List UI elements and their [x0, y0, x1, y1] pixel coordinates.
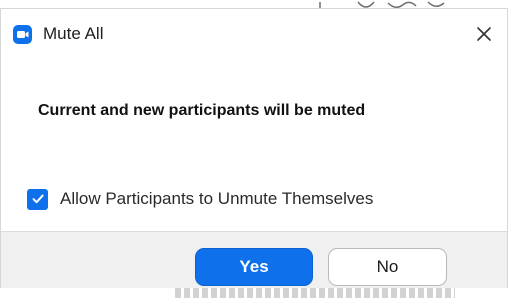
checkmark-icon: [32, 194, 44, 204]
allow-unmute-option[interactable]: Allow Participants to Unmute Themselves: [27, 187, 373, 211]
background-text: [175, 288, 455, 298]
yes-button[interactable]: Yes: [195, 248, 313, 286]
zoom-camera-icon: [13, 25, 32, 44]
close-button[interactable]: [469, 19, 499, 49]
dialog-footer: Yes No: [1, 231, 507, 288]
no-button[interactable]: No: [328, 248, 447, 286]
allow-unmute-checkbox[interactable]: [27, 188, 48, 210]
dialog-message: Current and new participants will be mut…: [38, 102, 366, 119]
screen: Mute All Current and new participants wi…: [0, 0, 508, 300]
dialog-titlebar: Mute All: [1, 9, 507, 55]
close-icon: [477, 27, 491, 41]
allow-unmute-label: Allow Participants to Unmute Themselves: [60, 189, 374, 208]
dialog-title: Mute All: [43, 24, 104, 43]
mute-all-dialog: Mute All Current and new participants wi…: [0, 8, 508, 288]
